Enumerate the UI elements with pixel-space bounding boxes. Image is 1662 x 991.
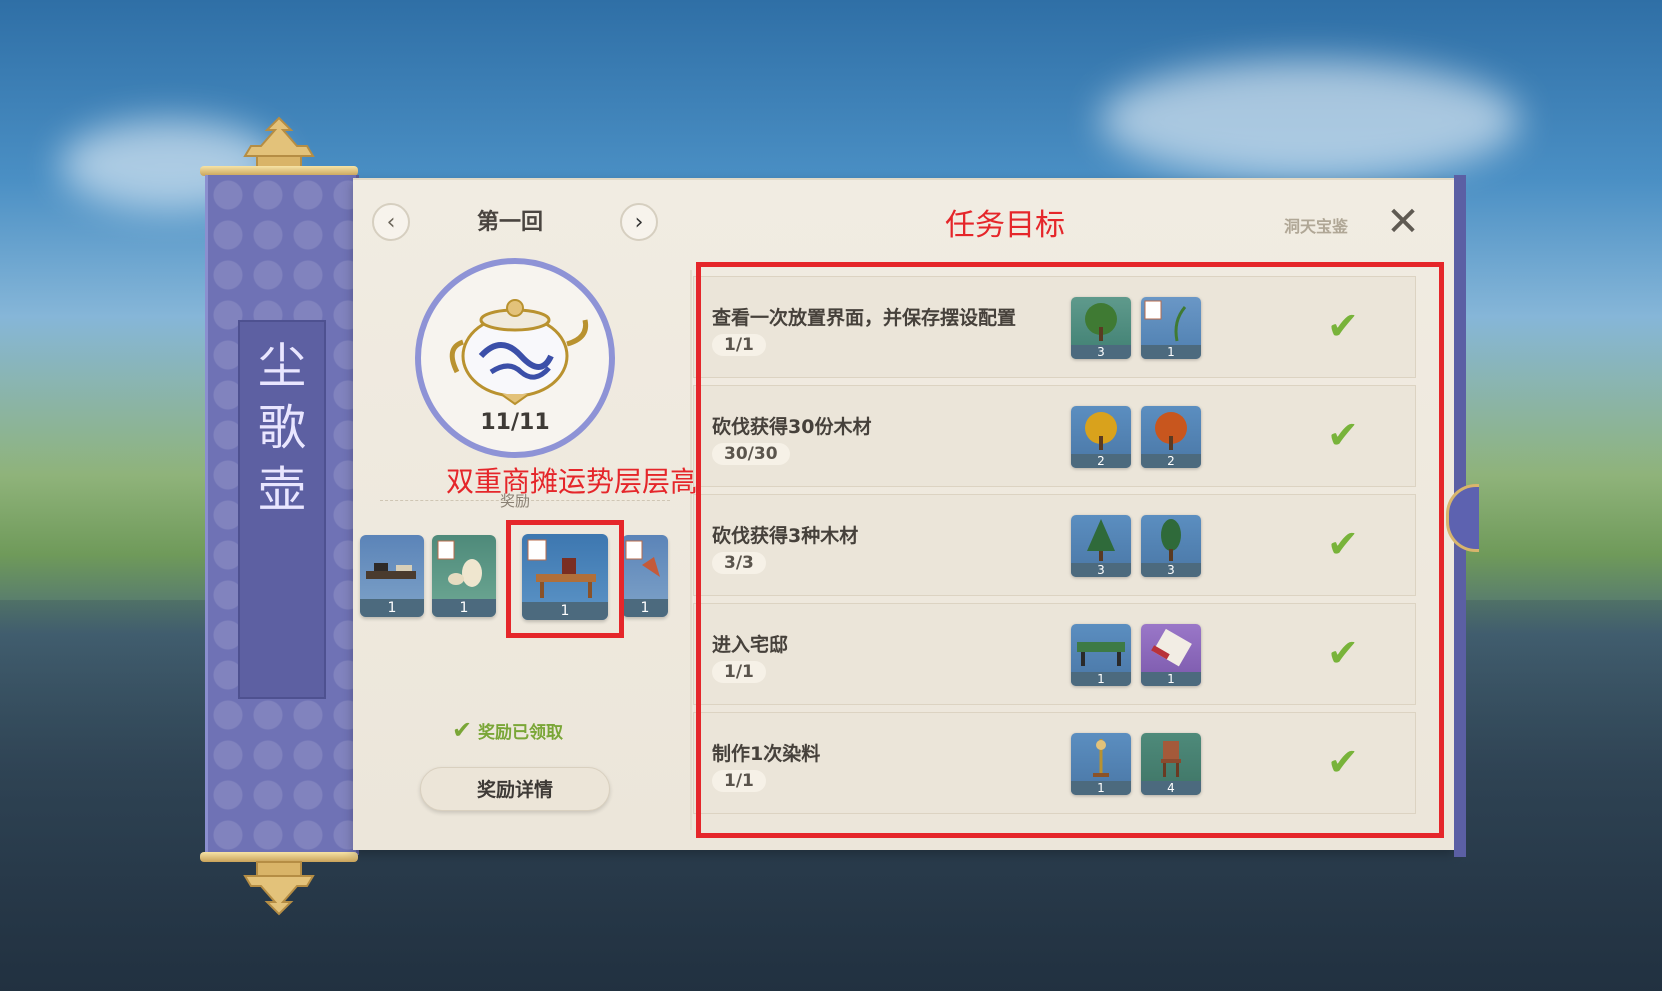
panel-divider bbox=[690, 270, 692, 830]
reward-item[interactable]: 1 bbox=[432, 535, 496, 617]
reward-count: 1 bbox=[622, 599, 668, 617]
reward-label: 奖励 bbox=[499, 492, 530, 510]
vases-icon bbox=[437, 540, 482, 587]
bottom-finial-icon bbox=[243, 861, 315, 916]
reward-count: 1 bbox=[360, 599, 424, 617]
task-goal-title: 任务目标 bbox=[945, 208, 1065, 243]
rod-title-text: 尘歌壶 bbox=[249, 340, 305, 526]
reward-item[interactable]: 1 bbox=[360, 535, 424, 617]
reward-annotation: 双重商摊运势层层高 bbox=[446, 465, 699, 498]
claimed-status: ✔ 奖励已领取 bbox=[452, 716, 563, 744]
rod-title-plate: 尘歌壶 bbox=[238, 320, 326, 699]
close-icon[interactable]: ✕ bbox=[1385, 202, 1421, 242]
reward-details-button[interactable]: 奖励详情 bbox=[420, 767, 610, 811]
prev-chapter-button[interactable]: ‹ bbox=[372, 203, 410, 241]
chapter-title: 第一回 bbox=[476, 210, 543, 235]
writing-desk-icon bbox=[366, 563, 416, 579]
reward-highlight-box bbox=[506, 520, 624, 638]
reward-count: 1 bbox=[432, 599, 496, 617]
check-icon: ✔ bbox=[452, 716, 473, 744]
decor-icon bbox=[625, 540, 660, 577]
reward-item[interactable]: 1 bbox=[622, 535, 668, 617]
claimed-text: 奖励已领取 bbox=[478, 723, 564, 743]
background-cloud bbox=[1100, 60, 1520, 180]
chevron-left-icon: ‹ bbox=[386, 210, 396, 235]
progress-count: 11/11 bbox=[480, 410, 550, 435]
treasure-label: 洞天宝鉴 bbox=[1284, 217, 1349, 236]
next-chapter-button[interactable]: › bbox=[620, 203, 658, 241]
chevron-right-icon: › bbox=[634, 210, 644, 235]
tasks-highlight-box bbox=[696, 262, 1444, 838]
